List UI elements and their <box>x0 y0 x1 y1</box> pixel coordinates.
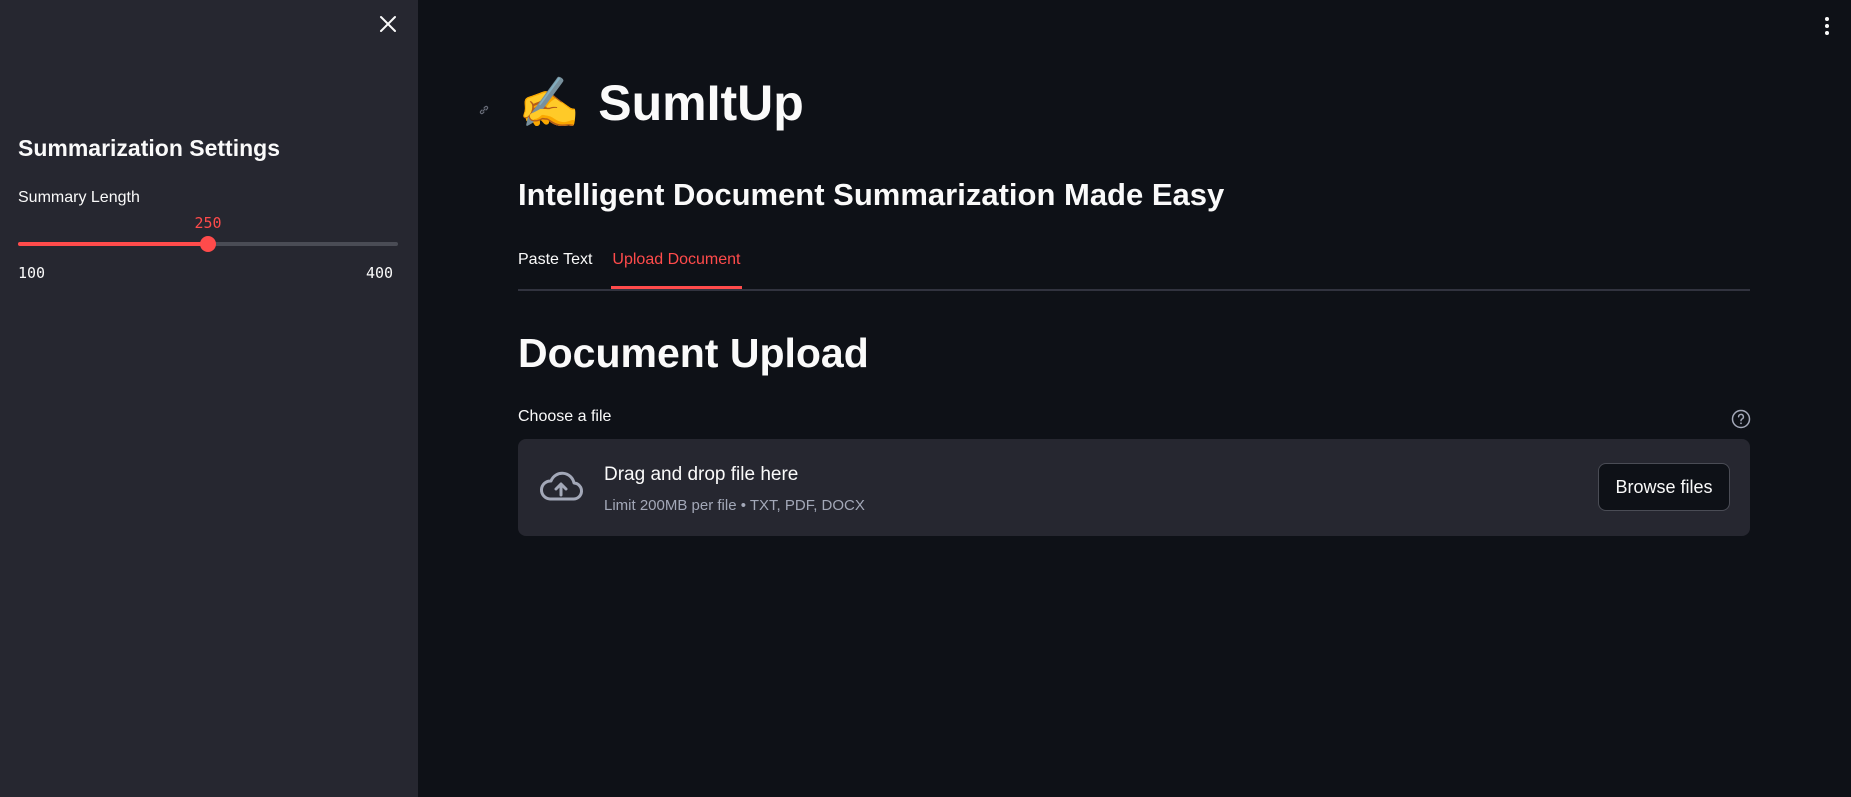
kebab-menu-icon <box>1825 31 1829 35</box>
dropzone-limit-text: Limit 200MB per file • TXT, PDF, DOCX <box>604 497 865 514</box>
dropzone-instructions: Drag and drop file here <box>604 464 799 485</box>
slider-label: Summary Length <box>18 189 140 206</box>
app-title: ✍️ SumItUp <box>518 74 804 132</box>
main-menu-button[interactable] <box>1817 14 1837 38</box>
slider-fill <box>18 242 208 246</box>
slider-min-label: 100 <box>18 264 46 282</box>
tab-upload-document[interactable]: Upload Document <box>611 249 742 289</box>
summary-length-slider[interactable] <box>18 236 398 252</box>
link-icon[interactable] <box>478 104 490 116</box>
slider-value: 250 <box>194 214 222 232</box>
app-root: Summarization Settings Summary Length 25… <box>0 0 1851 797</box>
app-title-text: SumItUp <box>598 75 804 131</box>
tab-paste-text[interactable]: Paste Text <box>518 249 592 287</box>
slider-max-label: 400 <box>366 264 394 282</box>
close-icon <box>380 16 396 32</box>
sidebar: Summarization Settings Summary Length 25… <box>0 0 418 797</box>
file-uploader-label: Choose a file <box>518 408 612 425</box>
section-title: Document Upload <box>518 330 869 376</box>
kebab-menu-icon <box>1825 17 1829 21</box>
kebab-menu-icon <box>1825 24 1829 28</box>
cloud-upload-icon <box>540 471 583 501</box>
sidebar-title: Summarization Settings <box>18 135 280 161</box>
file-dropzone[interactable]: Drag and drop file here Limit 200MB per … <box>518 439 1750 536</box>
browse-files-button[interactable]: Browse files <box>1598 463 1730 511</box>
help-icon[interactable] <box>1731 409 1751 429</box>
app-subtitle: Intelligent Document Summarization Made … <box>518 177 1225 212</box>
close-sidebar-button[interactable] <box>376 12 400 36</box>
writing-hand-icon: ✍️ <box>518 75 581 131</box>
slider-thumb[interactable] <box>200 236 216 252</box>
main-content: ✍️ SumItUp Intelligent Document Summariz… <box>418 0 1851 797</box>
tab-bar: Paste Text Upload Document <box>518 249 1750 291</box>
